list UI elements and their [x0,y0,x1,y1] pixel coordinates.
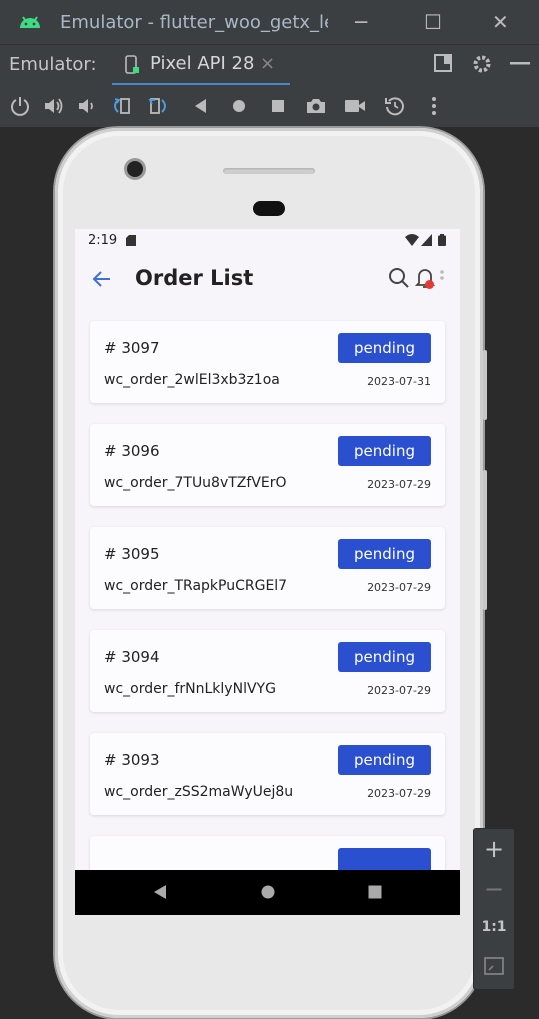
tab-label: Pixel API 28 [150,53,255,74]
order-date: 2023-07-29 [367,478,431,491]
window-title: Emulator - flutter_woo_getx_le [60,11,328,33]
status-badge[interactable]: pending [338,539,431,569]
zoom-in-button[interactable]: + [474,835,514,863]
nav-back-icon[interactable] [152,884,168,900]
emulator-tabbar: Emulator: Pixel API 28 × [0,44,539,86]
emulator-label: Emulator: [9,54,97,75]
tab-close-button[interactable]: × [260,53,275,74]
order-date: 2023-07-29 [367,684,431,697]
order-card[interactable]: # 3093 pending wc_order_zSS2maWyUej8u 20… [90,733,445,815]
wifi-icon [405,234,419,246]
zoom-panel: + − 1:1 [473,828,515,990]
zoom-out-button[interactable]: − [474,875,514,903]
order-number: # 3094 [104,648,160,666]
order-card[interactable]: # 3096 pending wc_order_7TUu8vTZfVErO 20… [90,424,445,506]
battery-icon [438,234,446,246]
nav-home-icon[interactable] [260,884,276,900]
order-number: # 3097 [104,339,160,357]
status-badge[interactable]: pending [338,333,431,363]
order-code: wc_order_zSS2maWyUej8u [104,784,294,800]
power-icon[interactable] [9,95,31,117]
tab-pixel-api-28[interactable]: Pixel API 28 × [112,45,290,86]
order-number: # 3096 [104,442,160,460]
order-card[interactable]: # 3094 pending wc_order_frNnLklyNlVYG 20… [90,630,445,712]
search-icon[interactable] [388,267,410,289]
back-arrow-icon[interactable] [91,268,113,290]
volume-up-icon[interactable] [42,95,64,117]
proximity-sensor [253,201,285,216]
hide-panel-icon[interactable] [510,62,530,66]
app-bar: Order List [75,253,460,309]
window-titlebar: Emulator - flutter_woo_getx_le ─ ☐ ✕ [0,0,539,44]
close-window-button[interactable]: ✕ [492,10,509,34]
notification-badge-dot [425,280,434,289]
order-number: # 3095 [104,545,160,563]
earpiece-speaker [223,168,315,174]
page-title: Order List [135,266,254,290]
rotate-left-icon[interactable] [110,95,132,117]
device-screen[interactable]: 2:19 Order List # 3097 pending wc_order_… [75,229,460,915]
screenshot-icon[interactable] [305,95,327,117]
order-code: wc_order_TRapkPuCRGEl7 [104,578,288,594]
front-camera [127,161,143,177]
overview-icon[interactable] [267,95,289,117]
overflow-menu-icon[interactable] [439,269,445,287]
system-nav-bar [75,870,460,915]
status-time: 2:19 [88,233,118,248]
nav-overview-icon[interactable] [367,884,383,900]
status-bar: 2:19 [75,229,460,253]
zoom-one-to-one-button[interactable]: 1:1 [474,919,514,935]
order-date: 2023-07-31 [367,375,431,388]
sd-card-icon [126,235,136,246]
side-button-volume[interactable] [483,350,487,420]
minimize-button[interactable]: ─ [355,10,367,34]
maximize-button[interactable]: ☐ [424,10,442,34]
snapshot-icon[interactable] [384,95,406,117]
back-icon[interactable] [190,95,212,117]
status-badge[interactable]: pending [338,436,431,466]
cell-signal-icon [421,234,432,246]
device-icon [125,55,139,74]
order-code: wc_order_2wlEl3xb3z1oa [104,372,280,388]
order-number: # 3093 [104,751,160,769]
settings-gear-icon[interactable] [471,53,493,75]
order-card[interactable]: # 3097 pending wc_order_2wlEl3xb3z1oa 20… [90,321,445,403]
rotate-right-icon[interactable] [148,95,170,117]
side-button-power[interactable] [483,470,487,610]
screen-record-icon[interactable] [344,95,366,117]
status-badge[interactable]: pending [338,642,431,672]
emulator-toolbar [0,85,539,127]
order-card[interactable]: # 3095 pending wc_order_TRapkPuCRGEl7 20… [90,527,445,609]
home-icon[interactable] [228,95,250,117]
more-icon[interactable] [423,95,445,117]
volume-down-icon[interactable] [76,95,98,117]
order-code: wc_order_frNnLklyNlVYG [104,681,276,697]
order-date: 2023-07-29 [367,787,431,800]
fit-screen-icon[interactable] [484,957,504,975]
order-date: 2023-07-29 [367,581,431,594]
layout-icon[interactable] [433,53,453,73]
android-logo-icon [20,16,40,28]
status-badge[interactable]: pending [338,745,431,775]
order-code: wc_order_7TUu8vTZfVErO [104,475,287,491]
